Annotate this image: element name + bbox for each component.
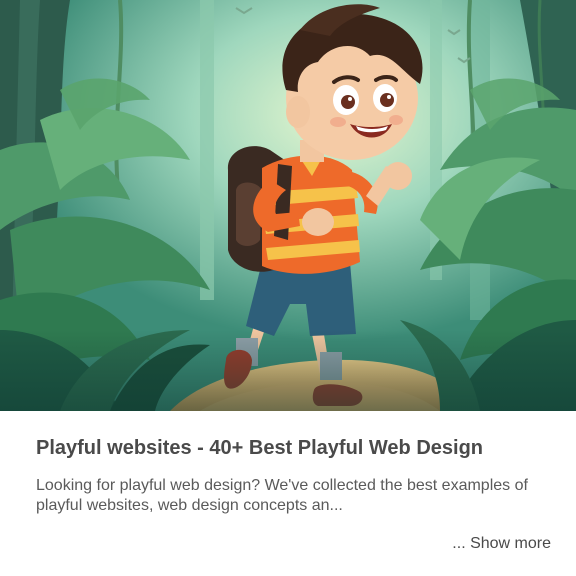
result-card[interactable]: Playful websites - 40+ Best Playful Web … [0, 0, 576, 576]
card-description: Looking for playful web design? We've co… [36, 477, 528, 514]
hero-illustration[interactable] [0, 0, 576, 411]
show-more-link[interactable]: ... Show more [452, 534, 551, 554]
jungle-boy-illustration [0, 0, 576, 411]
card-body: Playful websites - 40+ Best Playful Web … [0, 411, 576, 576]
card-title[interactable]: Playful websites - 40+ Best Playful Web … [36, 435, 556, 461]
